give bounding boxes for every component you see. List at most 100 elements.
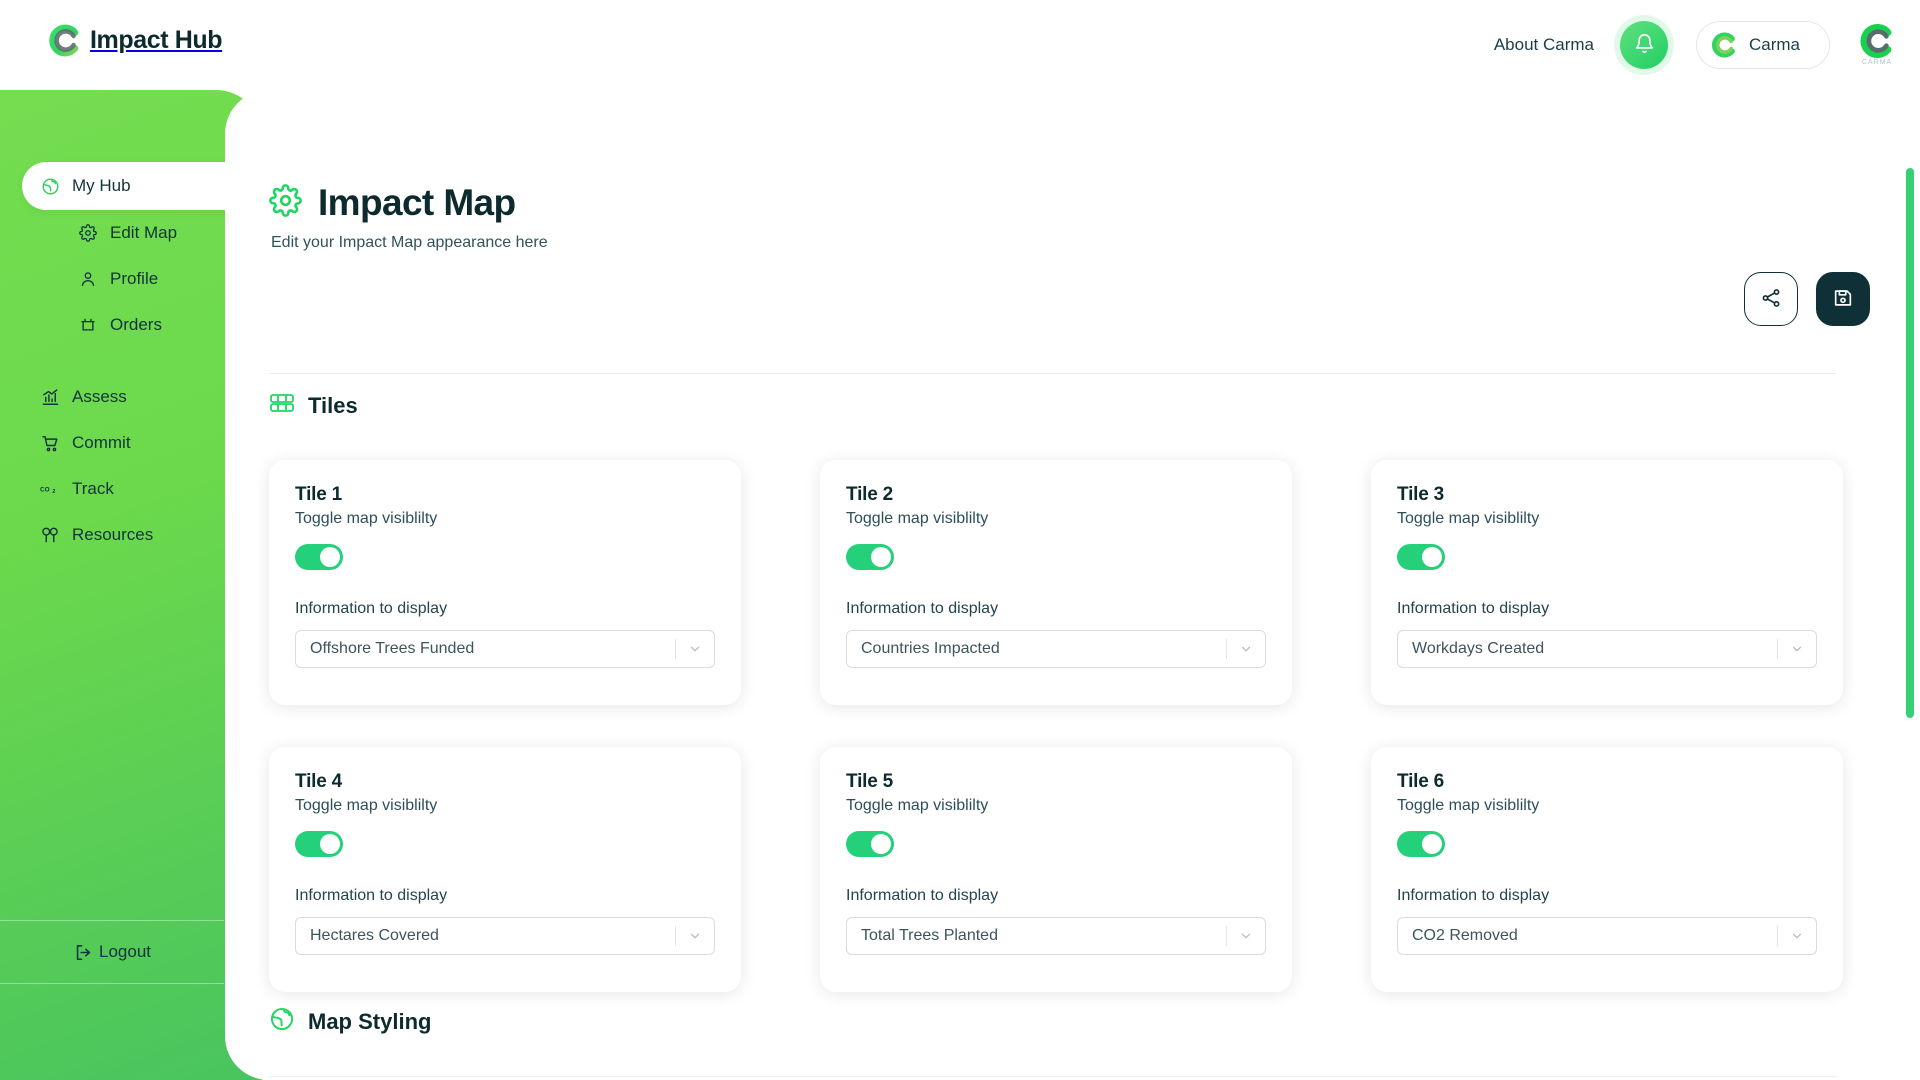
tile-visibility-toggle[interactable] xyxy=(846,831,894,857)
tile-info-select[interactable]: Workdays Created xyxy=(1397,630,1817,668)
tile-field-label: Information to display xyxy=(1397,600,1817,618)
page-scrollbar[interactable] xyxy=(1906,96,1914,976)
brand-name: Impact Hub xyxy=(90,26,222,55)
toggle-knob xyxy=(1422,834,1442,854)
tile-visibility-toggle[interactable] xyxy=(1397,831,1445,857)
tile-field-label: Information to display xyxy=(295,600,715,618)
sidebar-item-label: Commit xyxy=(72,433,131,453)
tile-visibility-toggle[interactable] xyxy=(295,544,343,570)
page-subtitle: Edit your Impact Map appearance here xyxy=(271,234,548,252)
sidebar-item-orders[interactable]: Orders xyxy=(0,302,262,348)
logout-container: Logout xyxy=(0,920,224,984)
map-styling-section-title: Map Styling xyxy=(308,1009,431,1035)
header-right-actions: About Carma Carma xyxy=(1494,0,1920,90)
account-menu-button[interactable]: Carma xyxy=(1696,21,1830,69)
page-actions xyxy=(1744,272,1870,326)
basket-icon xyxy=(78,315,98,335)
chevron-down-icon xyxy=(1227,642,1265,656)
chevron-down-icon xyxy=(1227,929,1265,943)
tile-title: Tile 4 xyxy=(295,771,715,793)
account-name-label: Carma xyxy=(1749,35,1800,55)
trees-icon xyxy=(40,525,60,545)
tile-toggle-label: Toggle map visiblilty xyxy=(846,510,1266,528)
logout-button[interactable]: Logout xyxy=(0,921,224,983)
sidebar-item-label: Orders xyxy=(110,315,162,335)
header-divider xyxy=(269,373,1836,374)
bell-icon xyxy=(1634,33,1655,57)
tile-info-select-value: Workdays Created xyxy=(1412,640,1777,658)
sidebar-item-label: Edit Map xyxy=(110,223,177,243)
tile-toggle-label: Toggle map visiblilty xyxy=(846,797,1266,815)
tile-info-select[interactable]: Offshore Trees Funded xyxy=(295,630,715,668)
tile-card: Tile 5 Toggle map visiblilty Information… xyxy=(820,747,1292,992)
sidebar: My Hub Edit Map Profile xyxy=(0,90,262,1080)
sidebar-item-assess[interactable]: Assess xyxy=(0,374,262,420)
svg-text:2: 2 xyxy=(52,489,55,495)
tiles-section-title: Tiles xyxy=(308,393,358,419)
sidebar-item-label: Track xyxy=(72,479,114,499)
tile-info-select[interactable]: Total Trees Planted xyxy=(846,917,1266,955)
about-carma-link[interactable]: About Carma xyxy=(1494,35,1594,55)
sidebar-item-commit[interactable]: Commit xyxy=(0,420,262,466)
carma-c-logo-icon xyxy=(48,24,81,57)
sidebar-item-edit-map[interactable]: Edit Map xyxy=(0,210,262,256)
sidebar-item-label: Assess xyxy=(72,387,127,407)
tiles-section-header: Tiles xyxy=(269,390,358,421)
tiles-grid: Tile 1 Toggle map visiblilty Information… xyxy=(269,460,1841,992)
toggle-knob xyxy=(1422,547,1442,567)
sidebar-item-label: My Hub xyxy=(72,176,131,196)
toggle-knob xyxy=(871,834,891,854)
tile-card: Tile 6 Toggle map visiblilty Information… xyxy=(1371,747,1843,992)
tile-toggle-label: Toggle map visiblilty xyxy=(295,510,715,528)
tile-info-select-value: CO2 Removed xyxy=(1412,927,1777,945)
scrollbar-thumb[interactable] xyxy=(1906,168,1914,718)
carma-corner-logo: CARMA xyxy=(1860,24,1894,66)
toggle-knob xyxy=(871,547,891,567)
gear-icon xyxy=(269,184,302,222)
sidebar-item-label: Profile xyxy=(110,269,158,289)
bottom-divider xyxy=(269,1076,1836,1077)
tile-title: Tile 6 xyxy=(1397,771,1817,793)
globe-icon xyxy=(40,176,60,196)
tile-info-select[interactable]: Countries Impacted xyxy=(846,630,1266,668)
sidebar-item-label: Resources xyxy=(72,525,153,545)
chevron-down-icon xyxy=(676,642,714,656)
tile-toggle-label: Toggle map visiblilty xyxy=(295,797,715,815)
svg-text:CO: CO xyxy=(40,486,50,493)
sidebar-item-track[interactable]: CO 2 Track xyxy=(0,466,262,512)
brand-logo-link[interactable]: Impact Hub xyxy=(48,24,222,57)
co2-icon: CO 2 xyxy=(40,479,60,499)
cart-icon xyxy=(40,433,60,453)
tile-visibility-toggle[interactable] xyxy=(846,544,894,570)
save-button[interactable] xyxy=(1816,272,1870,326)
map-styling-section-header: Map Styling xyxy=(269,1006,431,1037)
sidebar-item-resources[interactable]: Resources xyxy=(0,512,262,558)
tile-toggle-label: Toggle map visiblilty xyxy=(1397,510,1817,528)
tile-title: Tile 3 xyxy=(1397,484,1817,506)
tile-info-select[interactable]: CO2 Removed xyxy=(1397,917,1817,955)
tile-title: Tile 1 xyxy=(295,484,715,506)
sidebar-item-profile[interactable]: Profile xyxy=(0,256,262,302)
tile-info-select-value: Hectares Covered xyxy=(310,927,675,945)
share-button[interactable] xyxy=(1744,272,1798,326)
user-icon xyxy=(78,269,98,289)
tile-field-label: Information to display xyxy=(846,600,1266,618)
page-header: Impact Map Edit your Impact Map appearan… xyxy=(269,182,548,252)
notifications-button[interactable] xyxy=(1620,21,1668,69)
sidebar-nav: My Hub Edit Map Profile xyxy=(0,162,262,558)
sidebar-spacer xyxy=(0,348,262,374)
tile-visibility-toggle[interactable] xyxy=(295,831,343,857)
tile-field-label: Information to display xyxy=(295,887,715,905)
chevron-down-icon xyxy=(676,929,714,943)
top-header-bar: Impact Hub About Carma Carma xyxy=(0,0,1920,90)
tile-field-label: Information to display xyxy=(1397,887,1817,905)
share-icon xyxy=(1760,287,1782,312)
tile-title: Tile 5 xyxy=(846,771,1266,793)
chevron-down-icon xyxy=(1778,642,1816,656)
chart-icon xyxy=(40,387,60,407)
tile-visibility-toggle[interactable] xyxy=(1397,544,1445,570)
tile-toggle-label: Toggle map visiblilty xyxy=(1397,797,1817,815)
tile-info-select[interactable]: Hectares Covered xyxy=(295,917,715,955)
gear-icon xyxy=(78,223,98,243)
toggle-knob xyxy=(320,547,340,567)
